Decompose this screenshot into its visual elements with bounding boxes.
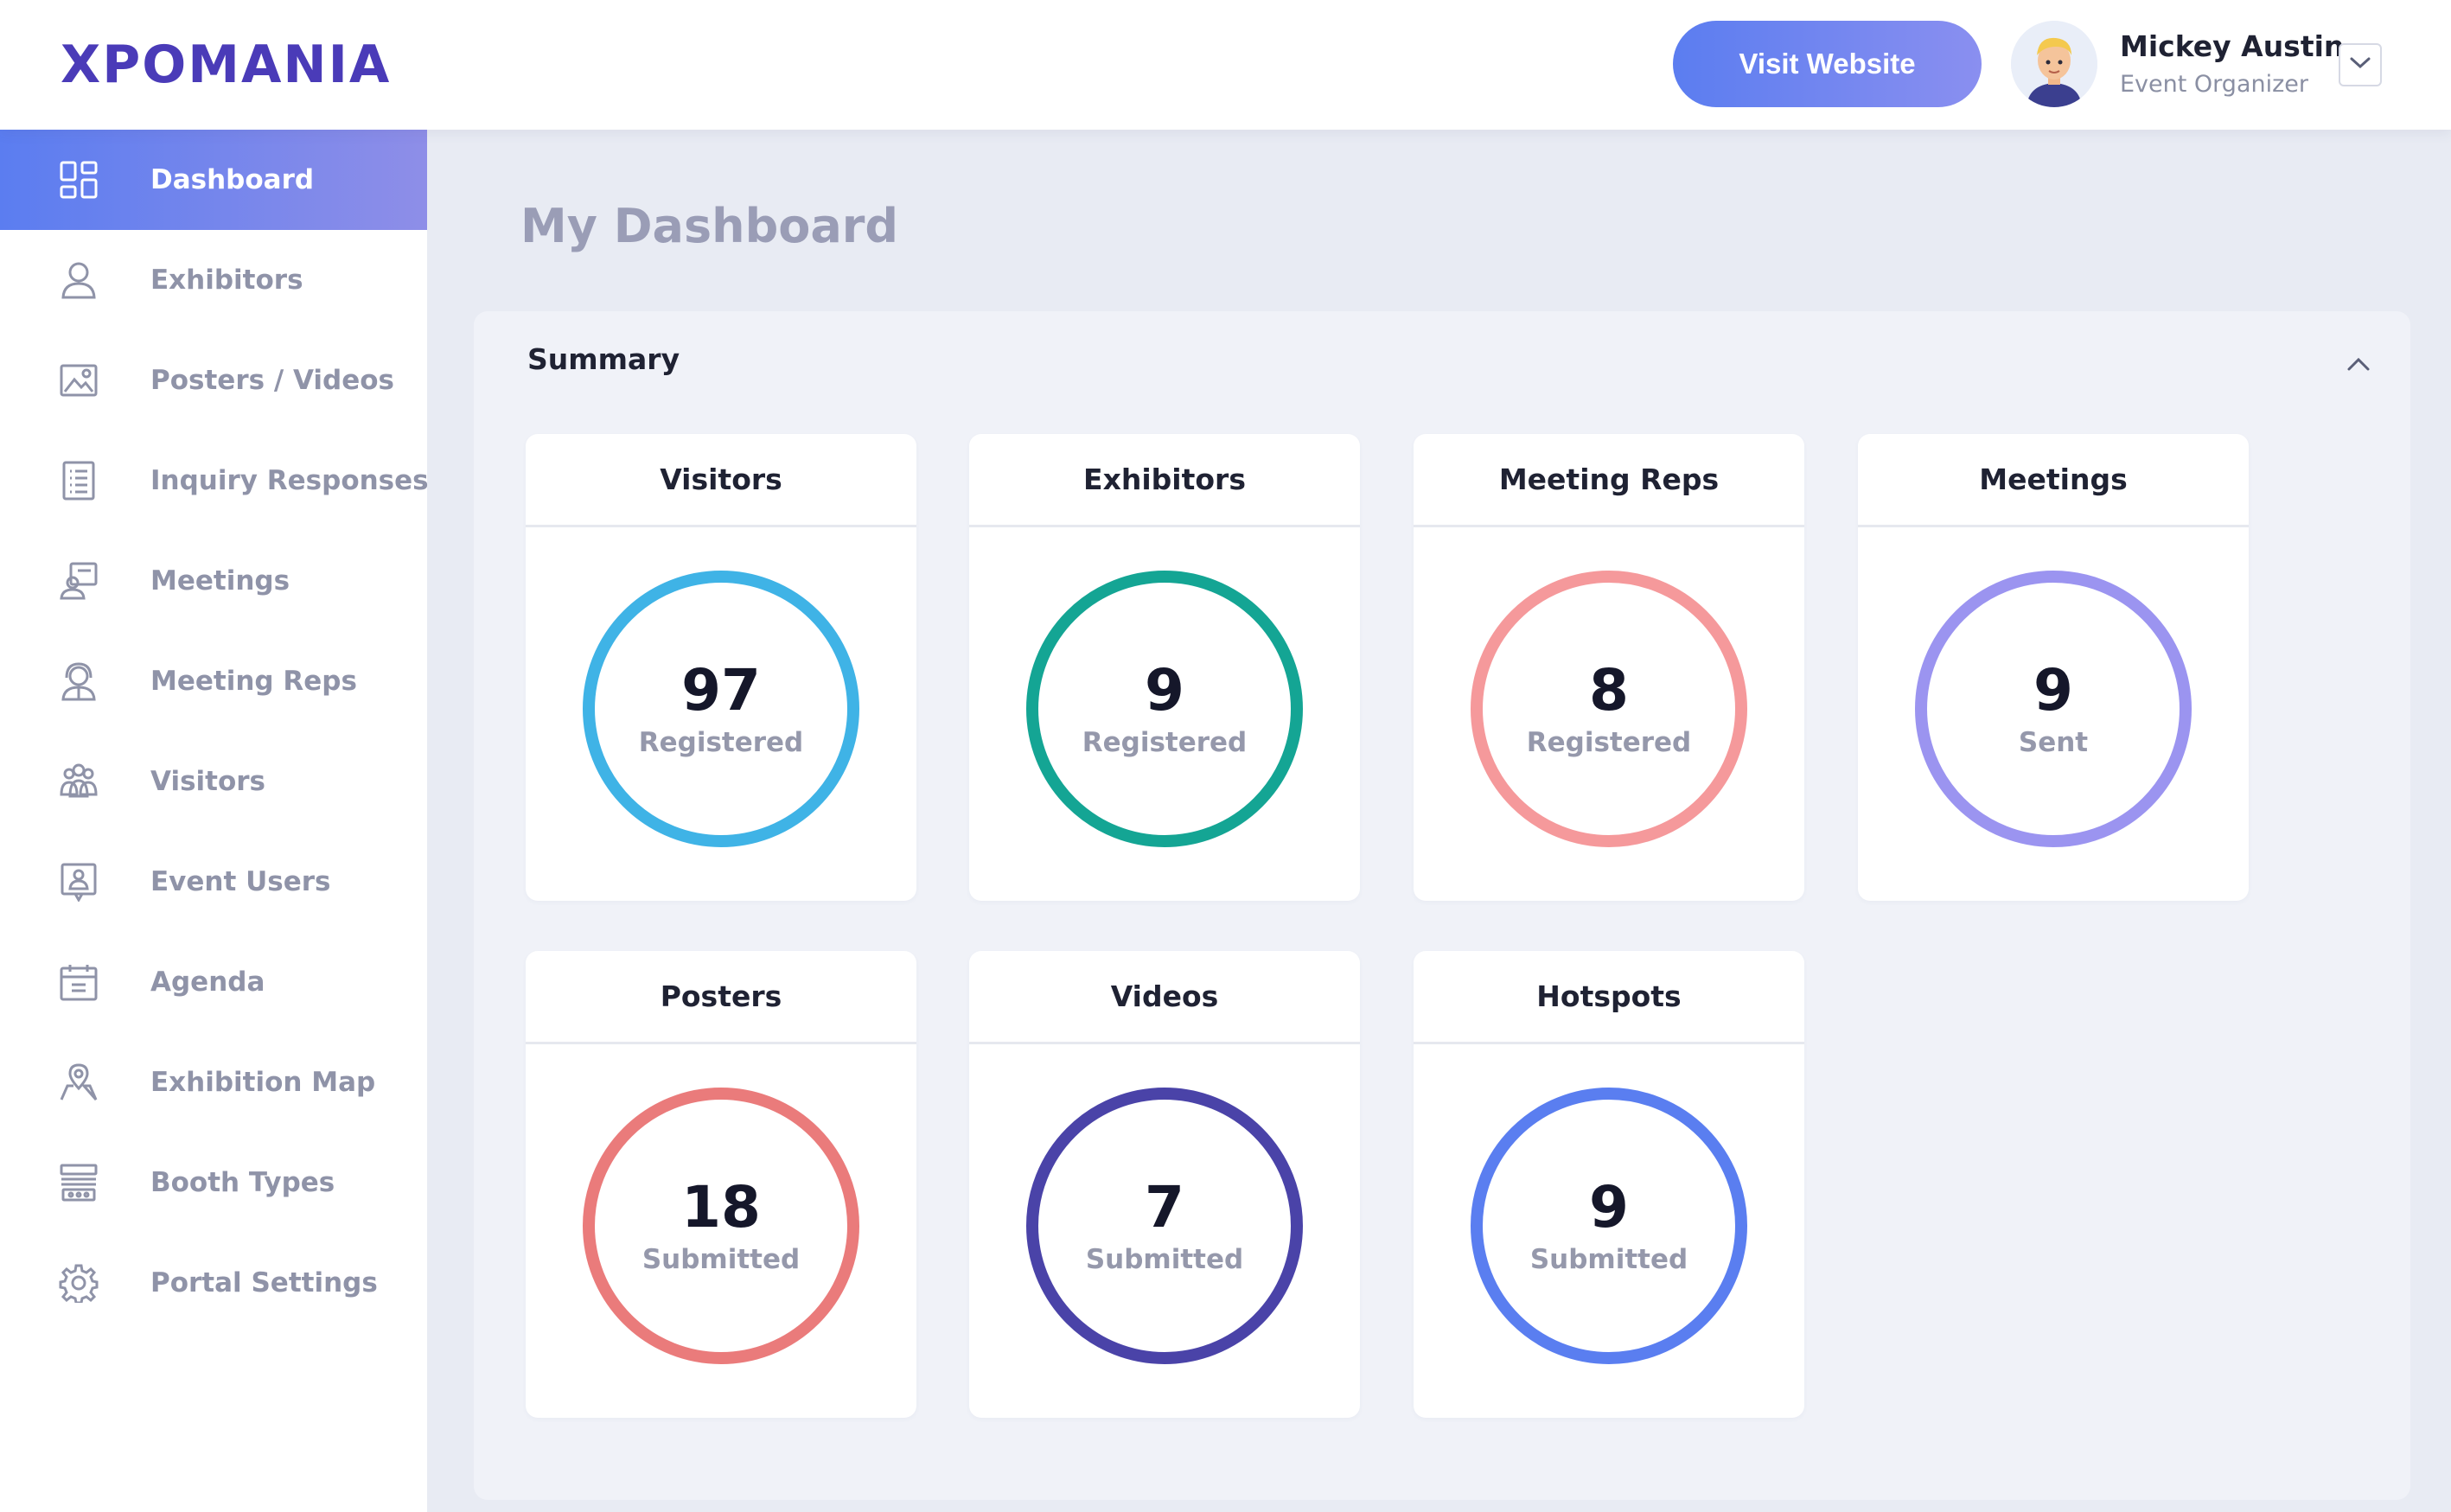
stat-ring: 9 Sent [1915, 571, 2192, 847]
sidebar-item-label: Event Users [150, 866, 331, 897]
dashboard-icon [57, 158, 100, 201]
stat-caption: Registered [638, 727, 804, 759]
sidebar: Dashboard Exhibitors Posters / Videos In… [0, 130, 429, 1512]
image-icon [57, 359, 100, 402]
card-title: Exhibitors [969, 434, 1360, 527]
stat-card-posters[interactable]: Posters 18 Submitted [526, 951, 916, 1418]
user-role: Event Organizer [2120, 71, 2308, 98]
sidebar-item-label: Inquiry Responses [150, 465, 429, 496]
stat-card-exhibitors[interactable]: Exhibitors 9 Registered [969, 434, 1360, 901]
sidebar-item-label: Booth Types [150, 1167, 335, 1198]
stat-card-meeting-reps[interactable]: Meeting Reps 8 Registered [1414, 434, 1804, 901]
sidebar-item-label: Exhibitors [150, 265, 303, 296]
sidebar-item-label: Portal Settings [150, 1267, 378, 1298]
stat-caption: Submitted [1085, 1244, 1244, 1276]
summary-title: Summary [527, 342, 680, 376]
sidebar-item-label: Dashboard [150, 164, 315, 195]
stat-ring: 97 Registered [583, 571, 859, 847]
sidebar-item-dashboard[interactable]: Dashboard [0, 130, 427, 230]
user-menu-dropdown[interactable] [2339, 43, 2382, 86]
stat-caption: Registered [1526, 727, 1692, 759]
stat-value: 9 [1145, 656, 1184, 724]
stat-ring: 7 Submitted [1026, 1088, 1303, 1364]
stat-ring: 9 Registered [1026, 571, 1303, 847]
stat-value: 9 [2033, 656, 2073, 724]
headset-rep-icon [57, 660, 100, 703]
group-icon [57, 760, 100, 803]
chevron-down-icon [2349, 56, 2371, 73]
card-title: Visitors [526, 434, 916, 527]
card-title: Meeting Reps [1414, 434, 1804, 527]
calendar-icon [57, 960, 100, 1004]
sidebar-item-portal-settings[interactable]: Portal Settings [0, 1233, 427, 1333]
stat-ring: 9 Submitted [1471, 1088, 1747, 1364]
stat-card-visitors[interactable]: Visitors 97 Registered [526, 434, 916, 901]
avatar[interactable] [2011, 21, 2097, 107]
sidebar-item-label: Meetings [150, 565, 290, 597]
sidebar-item-label: Visitors [150, 766, 266, 797]
sidebar-item-inquiry-responses[interactable]: Inquiry Responses [0, 431, 429, 531]
badge-user-icon [57, 860, 100, 903]
stat-card-hotspots[interactable]: Hotspots 9 Submitted [1414, 951, 1804, 1418]
stat-value: 7 [1145, 1173, 1184, 1241]
sidebar-item-exhibition-map[interactable]: Exhibition Map [0, 1032, 427, 1132]
list-document-icon [57, 459, 100, 502]
top-bar: XPOMANIA Visit Website Mickey Austin Eve… [0, 0, 2451, 130]
sidebar-item-visitors[interactable]: Visitors [0, 731, 427, 832]
stat-caption: Sent [2018, 727, 2089, 759]
meeting-board-icon [57, 559, 100, 603]
stat-ring: 18 Submitted [583, 1088, 859, 1364]
collapse-summary-button[interactable] [2339, 346, 2378, 386]
sidebar-item-label: Meeting Reps [150, 666, 357, 697]
sidebar-item-posters-videos[interactable]: Posters / Videos [0, 330, 427, 431]
card-title: Meetings [1858, 434, 2249, 527]
sidebar-item-agenda[interactable]: Agenda [0, 932, 427, 1032]
user-name: Mickey Austin [2120, 29, 2345, 63]
sidebar-item-event-users[interactable]: Event Users [0, 832, 427, 932]
sidebar-item-label: Agenda [150, 967, 265, 998]
stat-value: 18 [681, 1173, 761, 1241]
visit-website-button[interactable]: Visit Website [1673, 21, 1982, 107]
user-icon [57, 258, 100, 302]
sidebar-item-booth-types[interactable]: Booth Types [0, 1132, 427, 1233]
stat-ring: 8 Registered [1471, 571, 1747, 847]
map-pin-icon [57, 1061, 100, 1104]
stat-caption: Submitted [641, 1244, 801, 1276]
stat-caption: Submitted [1529, 1244, 1688, 1276]
sidebar-item-label: Exhibition Map [150, 1067, 376, 1098]
card-title: Posters [526, 951, 916, 1044]
chevron-up-icon [2346, 356, 2371, 375]
stat-card-meetings[interactable]: Meetings 9 Sent [1858, 434, 2249, 901]
stat-card-videos[interactable]: Videos 7 Submitted [969, 951, 1360, 1418]
sidebar-item-label: Posters / Videos [150, 365, 394, 396]
card-title: Hotspots [1414, 951, 1804, 1044]
sidebar-item-meetings[interactable]: Meetings [0, 531, 427, 631]
stat-value: 97 [681, 656, 761, 724]
stat-caption: Registered [1082, 727, 1248, 759]
sidebar-item-meeting-reps[interactable]: Meeting Reps [0, 631, 427, 731]
app-logo[interactable]: XPOMANIA [61, 35, 391, 95]
gear-icon [57, 1261, 100, 1305]
booth-icon [57, 1161, 100, 1204]
card-title: Videos [969, 951, 1360, 1044]
stat-value: 8 [1589, 656, 1629, 724]
page-title: My Dashboard [520, 199, 899, 253]
stat-value: 9 [1589, 1173, 1629, 1241]
sidebar-item-exhibitors[interactable]: Exhibitors [0, 230, 427, 330]
